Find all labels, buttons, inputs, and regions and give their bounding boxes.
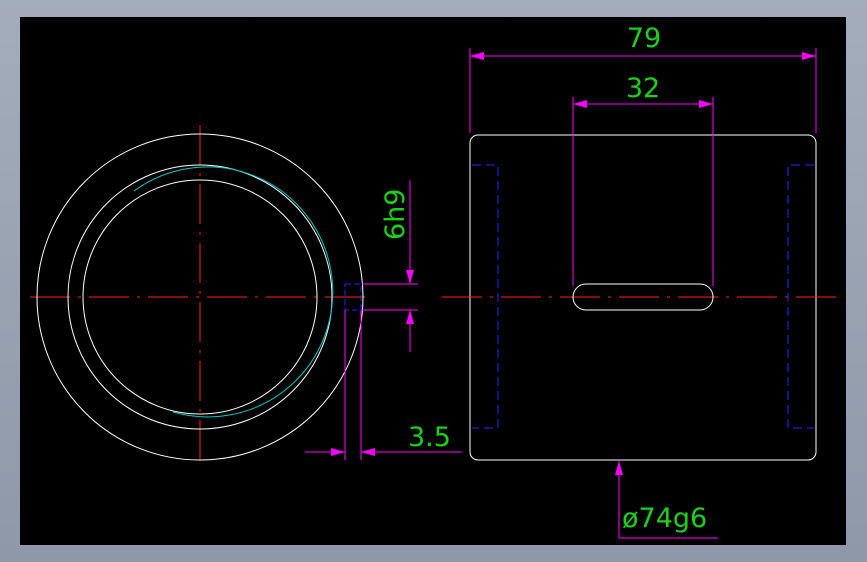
outer-diameter-leader: ø74g6	[615, 461, 718, 539]
side-view	[442, 134, 838, 461]
keyway-depth-label: 3.5	[408, 422, 451, 453]
keyway-length-label: 32	[626, 73, 660, 104]
outer-diameter-label: ø74g6	[622, 503, 707, 534]
keyway-length-dimension: 32	[572, 73, 714, 286]
keyway-width-label: 6h9	[380, 189, 411, 240]
end-view	[30, 125, 372, 468]
overall-length-label: 79	[627, 23, 661, 54]
cad-drawing: 6h9 3.5 79 32 ø74g6	[30, 23, 838, 539]
keyway-depth-dimension: 3.5	[305, 310, 462, 460]
keyway-width-dimension: 6h9	[362, 180, 418, 352]
